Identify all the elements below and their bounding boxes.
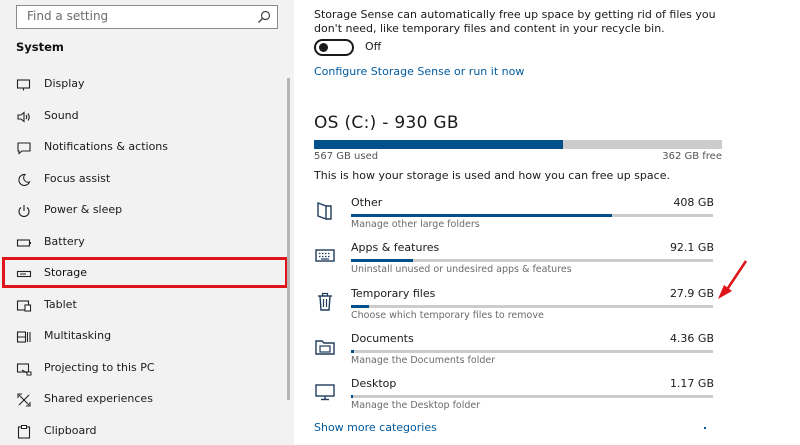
documents-icon	[315, 340, 335, 355]
category-size: 1.17 GB	[669, 377, 714, 390]
category-size: 4.36 GB	[669, 332, 714, 345]
category-subtitle: Manage the Documents folder	[351, 355, 496, 366]
toggle-knob	[319, 43, 328, 52]
power-icon	[18, 205, 30, 218]
storage-sense-toggle[interactable]	[314, 39, 354, 56]
category-subtitle: Uninstall unused or undesired apps & fea…	[351, 264, 572, 275]
drive-usage-fill	[314, 140, 563, 149]
storage-description: This is how your storage is used and how…	[314, 169, 670, 182]
storage-sense-description: Storage Sense can automatically free up …	[314, 8, 716, 35]
battery-icon	[16, 239, 31, 247]
sidebar-scrollbar[interactable]	[287, 78, 290, 400]
moon-icon	[18, 173, 31, 186]
category-subtitle: Choose which temporary files to remove	[351, 310, 544, 321]
category-subtitle: Manage other large folders	[351, 219, 480, 230]
sidebar-item-label: Shared experiences	[44, 392, 153, 405]
folder-icon	[317, 201, 332, 221]
sidebar-item-shared-experiences[interactable]: Shared experiences	[0, 386, 294, 414]
desktop-icon	[315, 384, 335, 401]
multitasking-icon	[16, 331, 31, 343]
drive-title: OS (C:) - 930 GB	[314, 113, 459, 133]
storage-settings-panel: Storage Sense can automatically free up …	[294, 0, 800, 445]
speaker-icon	[17, 111, 30, 123]
category-name: Apps & features	[351, 241, 440, 254]
decorative-dot	[704, 427, 706, 429]
category-name: Documents	[351, 332, 414, 345]
configure-storage-sense-link[interactable]: Configure Storage Sense or run it now	[314, 65, 524, 78]
sidebar-item-label: Multitasking	[44, 329, 112, 342]
sidebar-item-label: Projecting to this PC	[44, 361, 155, 374]
sidebar-item-label: Display	[44, 77, 85, 90]
sidebar-item-label: Notifications & actions	[44, 140, 169, 153]
category-size: 408 GB	[673, 196, 714, 209]
sidebar-item-label: Focus assist	[44, 172, 111, 185]
sidebar-item-label: Power & sleep	[44, 203, 123, 216]
notification-icon	[17, 142, 31, 155]
sidebar-item-power-sleep[interactable]: Power & sleep	[0, 197, 294, 225]
annotation-arrow-icon	[718, 260, 748, 299]
tablet-icon	[16, 300, 32, 312]
sidebar-item-label: Tablet	[44, 298, 77, 311]
sidebar-item-multitasking[interactable]: Multitasking	[0, 323, 294, 351]
category-usage-fill	[351, 259, 413, 262]
category-name: Temporary files	[351, 287, 436, 300]
drive-usage-bar	[314, 140, 722, 149]
category-temporary-files[interactable]: Temporary files 27.9 GB Choose which tem…	[314, 287, 714, 327]
search-icon[interactable]	[257, 10, 271, 24]
clipboard-icon	[17, 425, 31, 439]
category-usage-bar	[351, 395, 713, 398]
shared-icon	[17, 393, 31, 407]
sidebar-item-clipboard[interactable]: Clipboard	[0, 418, 294, 445]
category-name: Other	[351, 196, 383, 209]
category-desktop[interactable]: Desktop 1.17 GB Manage the Desktop folde…	[314, 377, 714, 417]
sidebar-item-focus-assist[interactable]: Focus assist	[0, 166, 294, 194]
category-subtitle: Manage the Desktop folder	[351, 400, 481, 411]
category-size: 92.1 GB	[669, 241, 714, 254]
show-more-categories-link[interactable]: Show more categories	[314, 421, 437, 434]
storage-highlight-box	[2, 257, 288, 288]
sidebar-section-title: System	[16, 40, 64, 54]
category-usage-bar	[351, 350, 713, 353]
category-documents[interactable]: Documents 4.36 GB Manage the Documents f…	[314, 332, 714, 372]
category-name: Desktop	[351, 377, 397, 390]
category-usage-fill	[351, 305, 370, 308]
sidebar-item-label: Battery	[44, 235, 85, 248]
toggle-state-label: Off	[365, 40, 382, 53]
projecting-icon	[16, 363, 32, 376]
sidebar-item-battery[interactable]: Battery	[0, 229, 294, 257]
keyboard-icon	[315, 249, 335, 262]
sidebar-item-label: Sound	[44, 109, 79, 122]
sidebar-item-display[interactable]: Display	[0, 71, 294, 99]
category-usage-fill	[351, 214, 612, 217]
sidebar-item-projecting[interactable]: Projecting to this PC	[0, 355, 294, 383]
sidebar-item-notifications[interactable]: Notifications & actions	[0, 134, 294, 162]
category-usage-bar	[351, 259, 713, 262]
sidebar-item-tablet[interactable]: Tablet	[0, 292, 294, 320]
monitor-icon	[16, 79, 31, 91]
category-usage-bar	[351, 214, 713, 217]
sidebar: Find a setting System Display Sound Noti…	[0, 0, 294, 445]
search-input[interactable]: Find a setting	[16, 5, 278, 29]
category-other[interactable]: Other 408 GB Manage other large folders	[314, 196, 714, 236]
sidebar-item-label: Clipboard	[44, 424, 97, 437]
used-space-label: 567 GB used	[314, 151, 379, 162]
category-apps-features[interactable]: Apps & features 92.1 GB Uninstall unused…	[314, 241, 714, 281]
free-space-label: 362 GB free	[662, 151, 722, 162]
category-usage-fill	[351, 350, 354, 353]
search-placeholder: Find a setting	[27, 9, 109, 23]
category-usage-fill	[351, 395, 354, 398]
sidebar-item-sound[interactable]: Sound	[0, 103, 294, 131]
trash-icon	[318, 292, 332, 311]
category-usage-bar	[351, 305, 713, 308]
